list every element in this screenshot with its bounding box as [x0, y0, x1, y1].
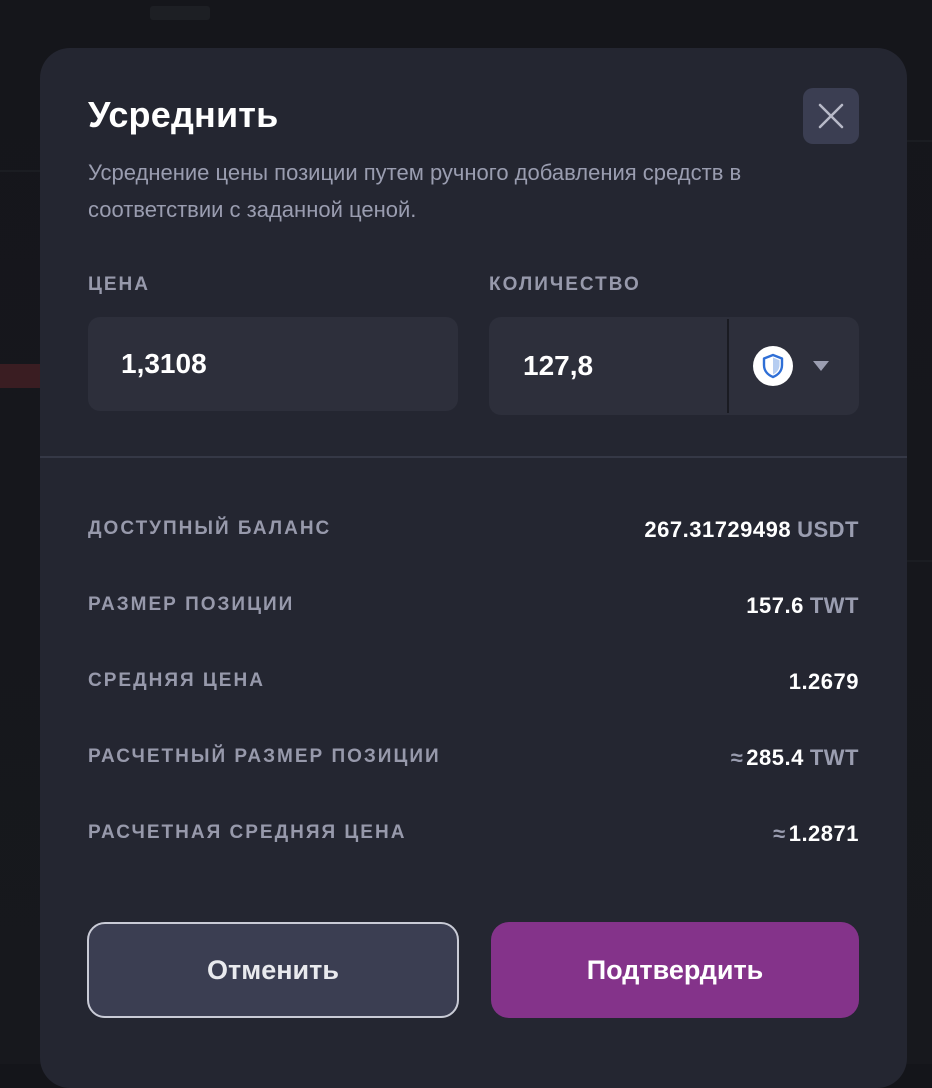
position-unit: TWT	[809, 593, 859, 618]
available-balance-value: 267.31729498 USDT	[644, 517, 859, 543]
average-price-amount: 1.2679	[788, 669, 859, 694]
est-average-price-row: РАСЧЕТНАЯ СРЕДНЯЯ ЦЕНА ≈1.2871	[88, 821, 859, 852]
price-input[interactable]	[121, 317, 441, 411]
balance-amount: 267.31729498	[644, 517, 792, 542]
info-label: РАЗМЕР ПОЗИЦИИ	[88, 594, 295, 615]
balance-unit: USDT	[797, 517, 859, 542]
price-label: ЦЕНА	[88, 274, 150, 295]
average-dialog: Усреднить Усреднение цены позиции путем …	[40, 48, 907, 1088]
est-position-size-row: РАСЧЕТНЫЙ РАЗМЕР ПОЗИЦИИ ≈285.4 TWT	[88, 745, 859, 776]
est-position-size-value: ≈285.4 TWT	[731, 745, 859, 771]
dialog-description: Усреднение цены позиции путем ручного до…	[88, 160, 742, 222]
close-icon	[818, 103, 844, 129]
chevron-down-icon	[813, 361, 829, 371]
position-size-value: 157.6 TWT	[746, 593, 859, 619]
price-field	[88, 317, 458, 411]
section-divider	[40, 456, 907, 458]
available-balance-row: ДОСТУПНЫЙ БАЛАНС 267.31729498 USDT	[88, 517, 859, 548]
cancel-button[interactable]: Отменить	[87, 922, 459, 1018]
close-button[interactable]	[803, 88, 859, 144]
est-average-price-value: ≈1.2871	[773, 821, 859, 847]
est-position-unit: TWT	[809, 745, 859, 770]
background-highlight	[0, 364, 40, 388]
approx-sign: ≈	[730, 745, 744, 770]
background-line	[907, 560, 932, 562]
average-price-row: СРЕДНЯЯ ЦЕНА 1.2679	[88, 669, 859, 700]
quantity-label: КОЛИЧЕСТВО	[489, 274, 641, 295]
background-line	[907, 140, 932, 142]
confirm-button[interactable]: Подтвердить	[491, 922, 859, 1018]
info-label: ДОСТУПНЫЙ БАЛАНС	[88, 518, 332, 539]
info-label: РАСЧЕТНАЯ СРЕДНЯЯ ЦЕНА	[88, 822, 407, 843]
quantity-input[interactable]	[523, 317, 713, 415]
info-label: СРЕДНЯЯ ЦЕНА	[88, 670, 265, 691]
approx-sign: ≈	[773, 821, 786, 846]
est-average-amount: 1.2871	[788, 821, 859, 846]
average-price-value: 1.2679	[789, 669, 859, 695]
quantity-field	[489, 317, 859, 415]
token-selector[interactable]	[729, 317, 859, 415]
background-text	[150, 6, 210, 20]
position-size-row: РАЗМЕР ПОЗИЦИИ 157.6 TWT	[88, 593, 859, 624]
est-position-amount: 285.4	[746, 745, 804, 770]
background-line	[0, 170, 40, 172]
shield-icon	[753, 346, 793, 386]
info-label: РАСЧЕТНЫЙ РАЗМЕР ПОЗИЦИИ	[88, 746, 441, 767]
dialog-title: Усреднить	[88, 94, 279, 135]
position-amount: 157.6	[746, 593, 804, 618]
